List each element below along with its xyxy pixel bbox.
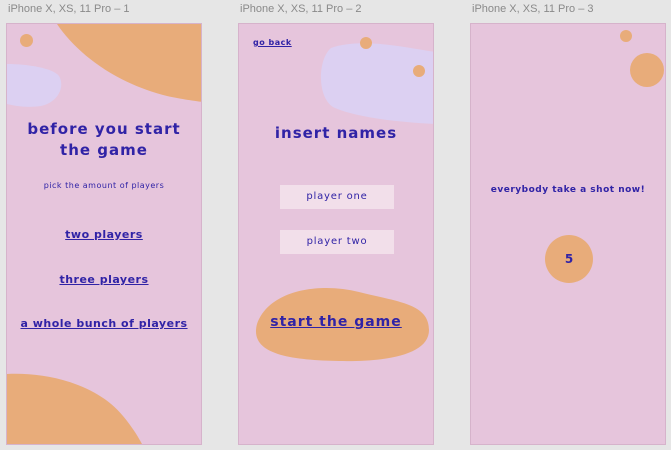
artboard-title-2[interactable]: iPhone X, XS, 11 Pro – 2 <box>240 3 361 15</box>
bottom-left-blob <box>7 373 142 444</box>
corner-circle <box>630 53 664 87</box>
countdown-circle: 5 <box>545 235 593 283</box>
heading-line-1: before you start <box>27 120 181 138</box>
player-one-input[interactable] <box>280 185 394 209</box>
small-dot-2 <box>413 65 425 77</box>
artboard-title-3[interactable]: iPhone X, XS, 11 Pro – 3 <box>472 3 593 15</box>
page-title: insert names <box>274 124 398 142</box>
small-dot-1 <box>360 37 372 49</box>
artboard-take-a-shot: everybody take a shot now! 5 <box>470 23 666 445</box>
heading-line-2: the game <box>60 141 148 159</box>
three-players-link[interactable]: three players <box>7 273 201 286</box>
left-lavender-blob <box>7 64 62 107</box>
player-two-input[interactable] <box>280 230 394 254</box>
artboard-title-1[interactable]: iPhone X, XS, 11 Pro – 1 <box>8 3 129 15</box>
artboard-insert-names: go back insert names start the game <box>238 23 434 445</box>
small-dot <box>20 34 33 47</box>
small-dot <box>620 30 632 42</box>
subtitle: pick the amount of players <box>43 181 165 190</box>
countdown-number: 5 <box>564 252 574 266</box>
many-players-link[interactable]: a whole bunch of players <box>7 317 201 330</box>
go-back-link[interactable]: go back <box>253 38 292 47</box>
lavender-blob <box>320 43 433 124</box>
shot-message: everybody take a shot now! <box>490 185 646 195</box>
two-players-link[interactable]: two players <box>7 228 201 241</box>
start-game-button[interactable]: start the game <box>239 314 433 330</box>
top-right-blob <box>57 24 201 102</box>
artboard-player-count: before you start the game pick the amoun… <box>6 23 202 445</box>
